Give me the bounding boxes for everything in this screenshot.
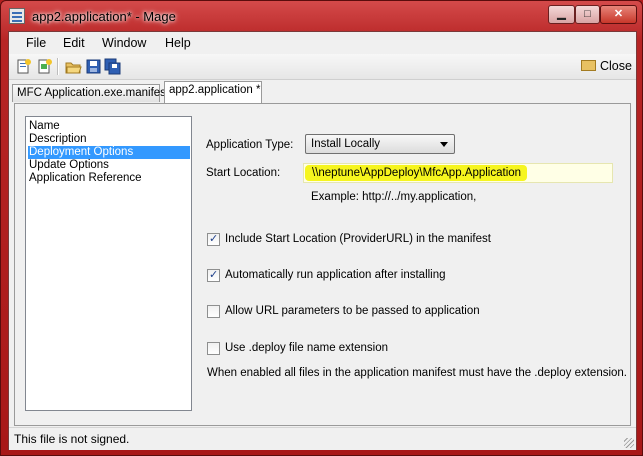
list-item-name[interactable]: Name (28, 120, 190, 133)
open-icon[interactable] (64, 58, 82, 75)
signature-status: This file is not signed. (14, 432, 130, 446)
title-bar[interactable]: app2.application* - Mage ▁ □ ✕ (1, 1, 642, 31)
application-type-value: Install Locally (311, 138, 381, 150)
application-type-label: Application Type: (206, 139, 294, 151)
list-item-update-options[interactable]: Update Options (28, 159, 190, 172)
deploy-extension-label[interactable]: Use .deploy file name extension (225, 342, 388, 354)
minimize-button[interactable]: ▁ (548, 5, 575, 24)
save-icon[interactable] (84, 58, 102, 75)
tab-app2-application[interactable]: app2.application * (164, 81, 262, 103)
window-title: app2.application* - Mage (32, 9, 176, 24)
list-item-deployment-options[interactable]: Deployment Options (28, 146, 190, 159)
client-area: File Edit Window Help Close MFC Applicat… (8, 31, 637, 450)
new-application-icon[interactable] (36, 58, 54, 75)
section-list[interactable]: Name Description Deployment Options Upda… (25, 116, 192, 411)
menu-bar: File Edit Window Help (9, 32, 636, 54)
tab-mfc-manifest[interactable]: MFC Application.exe.manifest (12, 84, 169, 102)
app-window: app2.application* - Mage ▁ □ ✕ File Edit… (0, 0, 643, 456)
include-start-location-label[interactable]: Include Start Location (ProviderURL) in … (225, 233, 491, 245)
new-manifest-icon[interactable] (15, 58, 33, 75)
deployment-options-panel: Name Description Deployment Options Upda… (14, 103, 631, 426)
close-window-button[interactable]: ✕ (600, 5, 637, 24)
deploy-extension-checkbox[interactable] (207, 342, 220, 355)
auto-run-checkbox[interactable] (207, 268, 220, 282)
deploy-extension-note: When enabled all files in the applicatio… (207, 367, 628, 379)
auto-run-label[interactable]: Automatically run application after inst… (225, 269, 446, 281)
menu-help[interactable]: Help (165, 36, 191, 50)
list-item-application-reference[interactable]: Application Reference (28, 172, 190, 185)
example-text: Example: http://../my.application, (311, 191, 477, 203)
close-button-label: Close (600, 59, 632, 73)
menu-file[interactable]: File (26, 36, 46, 50)
folder-icon (581, 60, 596, 71)
maximize-button[interactable]: □ (575, 5, 600, 24)
toolbar: Close (9, 54, 636, 80)
mage-app-icon[interactable] (9, 8, 25, 24)
chevron-down-icon (440, 142, 448, 147)
allow-url-parameters-label[interactable]: Allow URL parameters to be passed to app… (225, 305, 480, 317)
include-start-location-checkbox[interactable] (207, 232, 220, 246)
resize-grip-icon[interactable] (624, 438, 634, 448)
application-type-select[interactable]: Install Locally (305, 134, 455, 154)
menu-window[interactable]: Window (102, 36, 146, 50)
menu-edit[interactable]: Edit (63, 36, 85, 50)
list-item-description[interactable]: Description (28, 133, 190, 146)
toolbar-separator (57, 58, 59, 75)
start-location-value: \\neptune\AppDeploy\MfcApp.Application (312, 167, 522, 179)
start-location-input[interactable]: \\neptune\AppDeploy\MfcApp.Application (303, 163, 613, 183)
start-location-label: Start Location: (206, 167, 281, 179)
status-bar: This file is not signed. (9, 427, 636, 450)
allow-url-parameters-checkbox[interactable] (207, 305, 220, 318)
save-all-icon[interactable] (104, 58, 122, 75)
document-tabs: MFC Application.exe.manifest app2.applic… (9, 81, 636, 103)
